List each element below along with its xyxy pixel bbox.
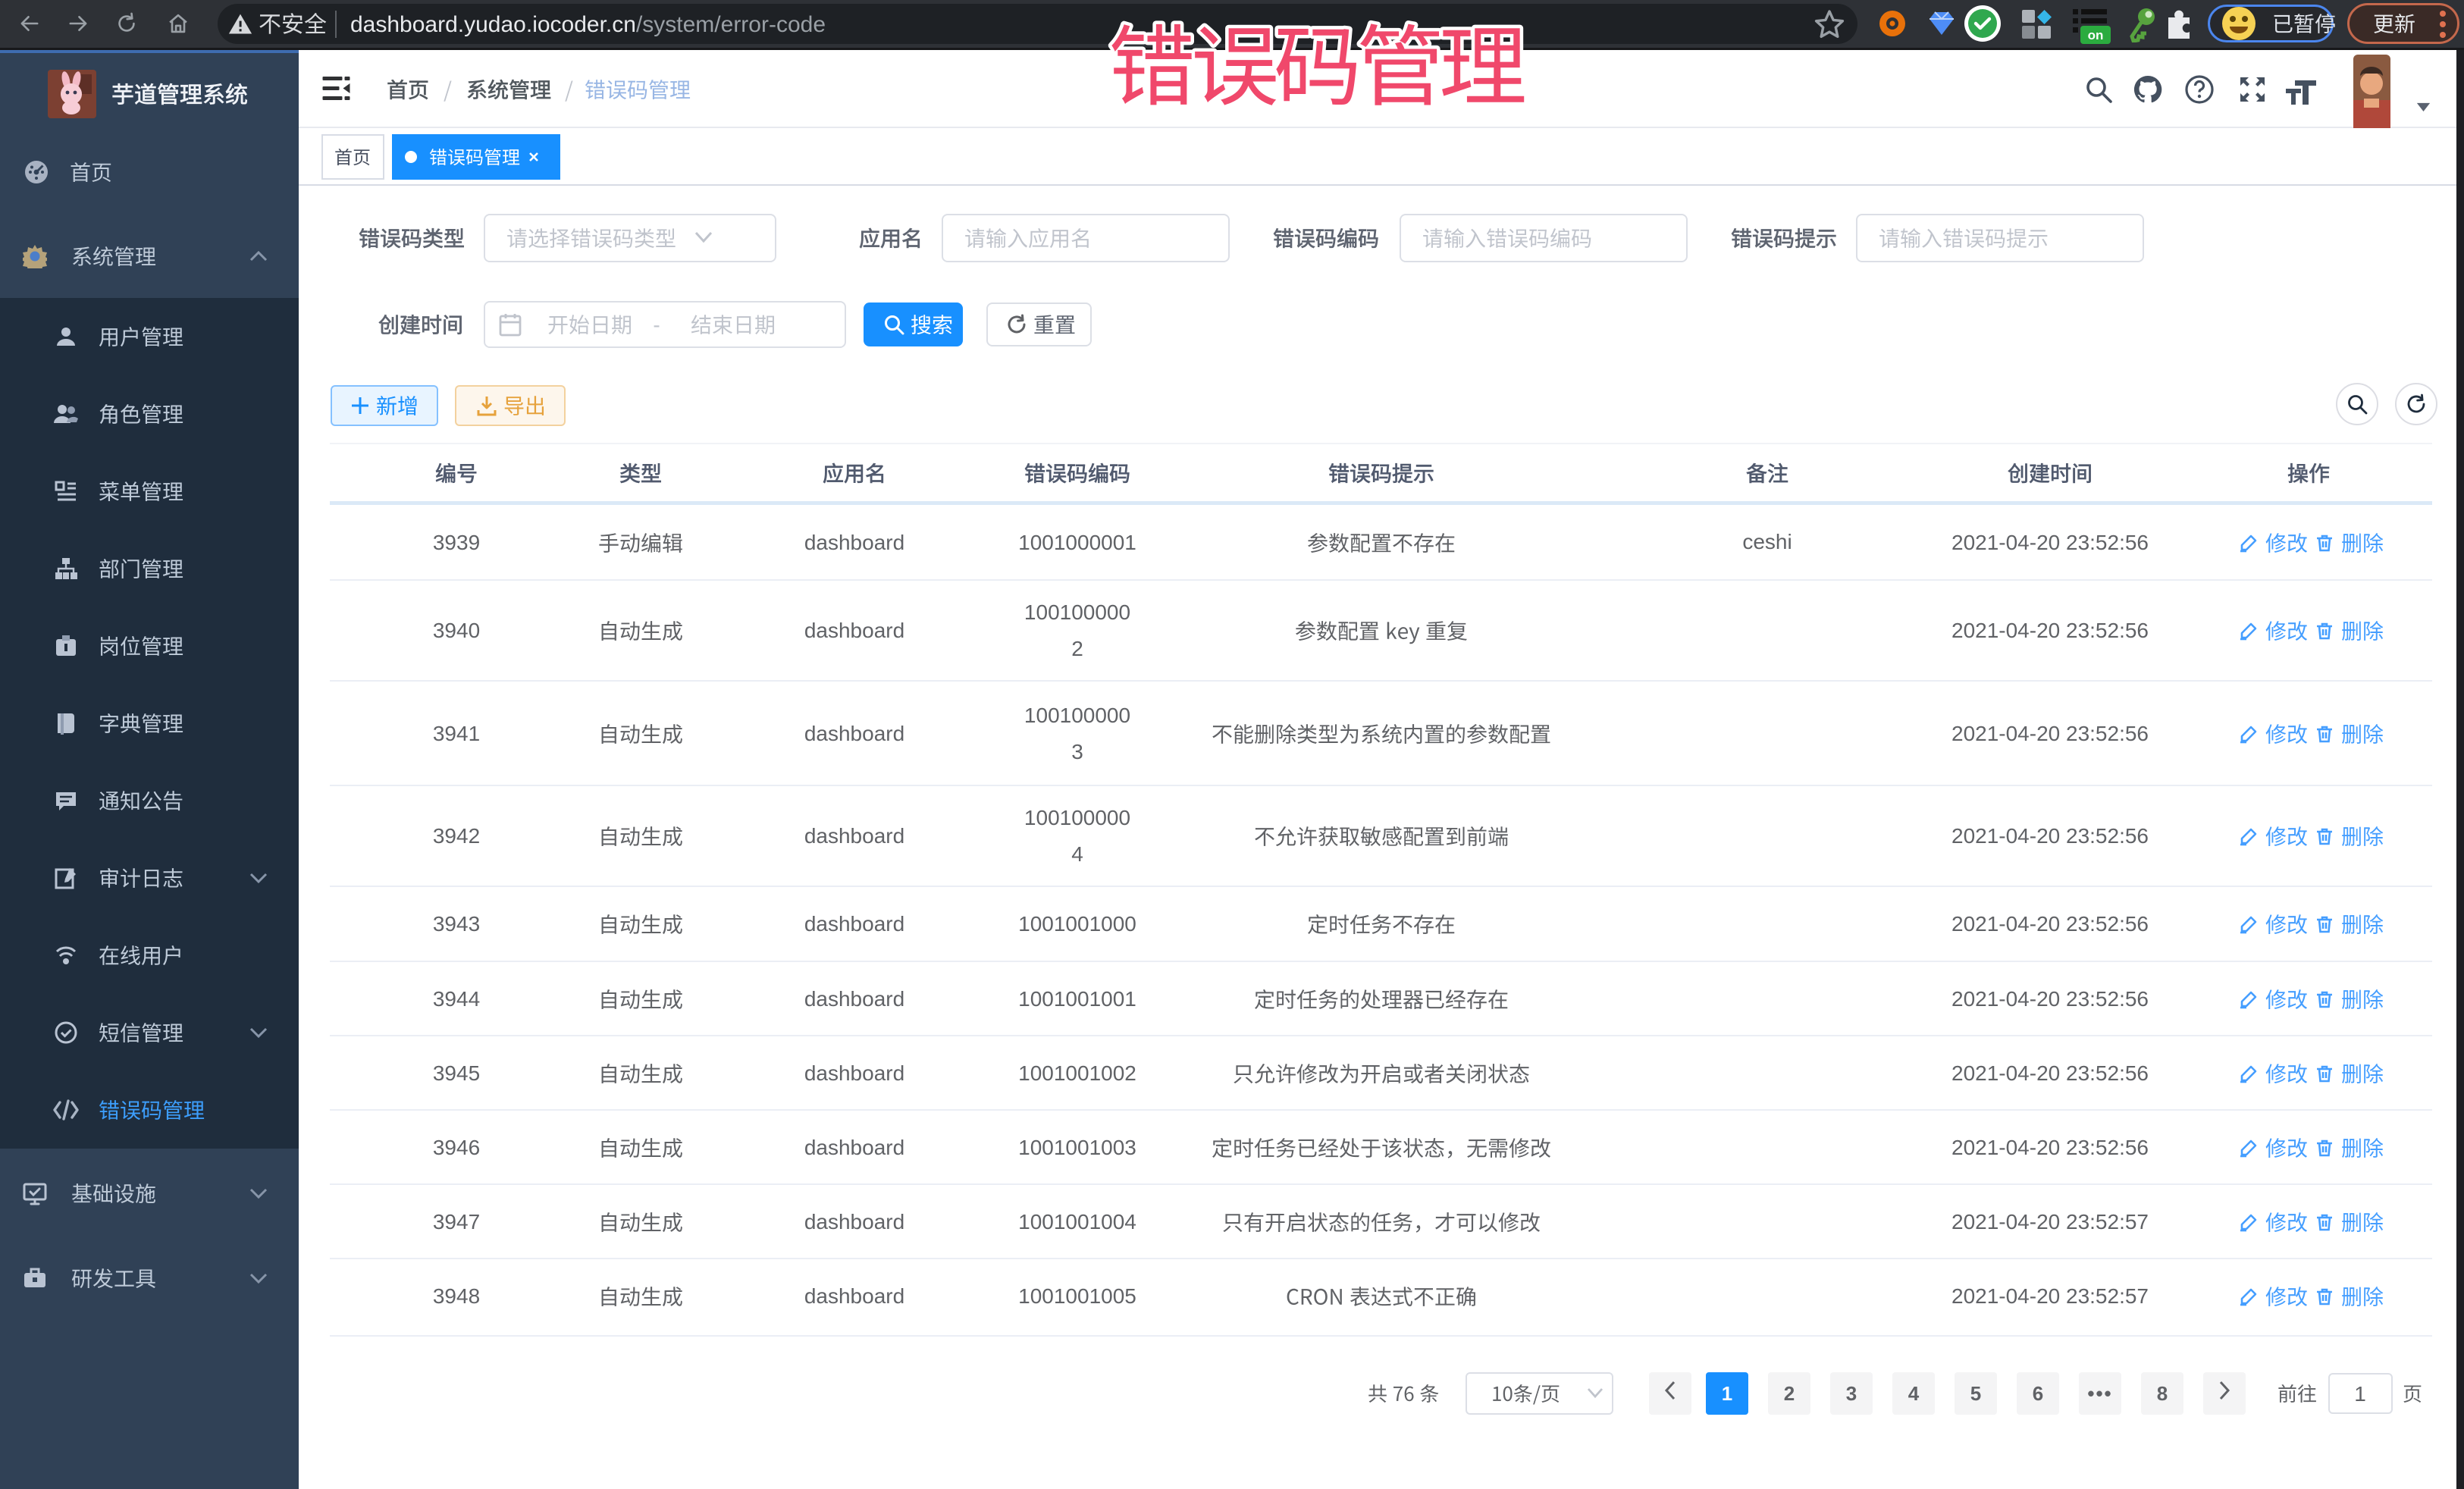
svg-text:on: on [2088,28,2104,42]
